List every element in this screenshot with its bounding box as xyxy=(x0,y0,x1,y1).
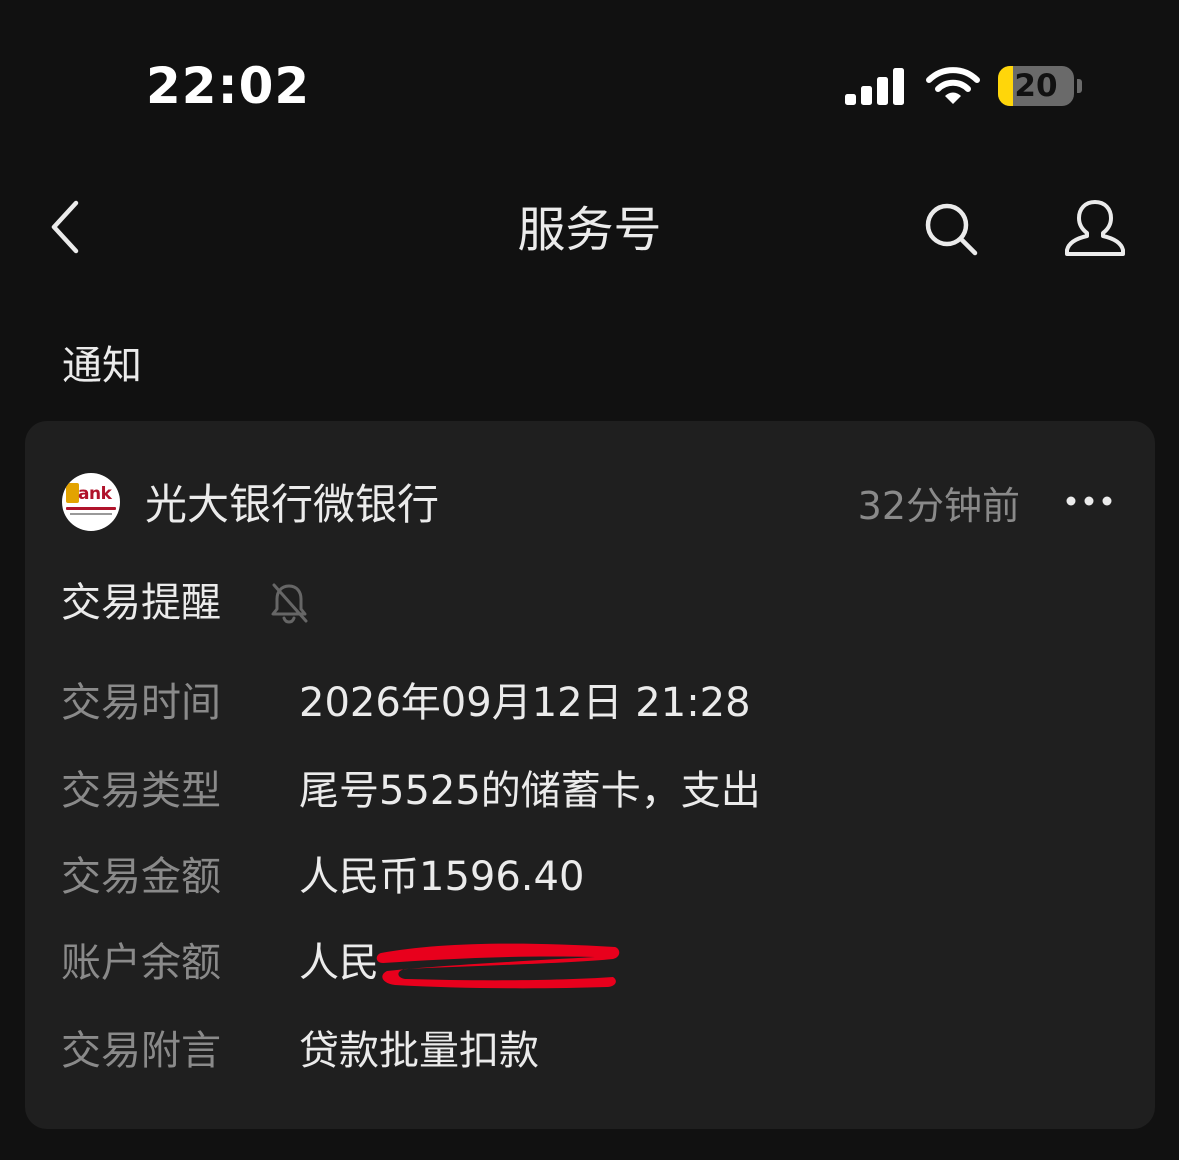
detail-row-memo: 交易附言 贷款批量扣款 xyxy=(61,1023,1121,1079)
bell-muted-icon[interactable] xyxy=(268,581,310,625)
sender-name[interactable]: 光大银行微银行 xyxy=(145,478,439,532)
status-time: 22:02 xyxy=(146,57,311,115)
page-title: 服务号 xyxy=(517,202,662,258)
svg-text:ank: ank xyxy=(78,484,113,504)
logo-subtext xyxy=(70,513,112,515)
detail-label: 交易附言 xyxy=(61,1028,221,1074)
avatar[interactable]: ank xyxy=(62,473,120,531)
more-icon[interactable] xyxy=(1065,493,1113,509)
message-timestamp: 32分钟前 xyxy=(857,484,1020,528)
detail-label: 账户余额 xyxy=(61,940,221,986)
wifi-icon xyxy=(926,67,980,104)
user-icon[interactable] xyxy=(1064,198,1126,258)
message-title: 交易提醒 xyxy=(61,580,221,626)
detail-value: 贷款批量扣款 xyxy=(299,1028,539,1074)
detail-value: 尾号5525的储蓄卡，支出 xyxy=(299,768,761,814)
battery-cap xyxy=(1077,79,1082,93)
detail-label: 交易时间 xyxy=(61,680,221,726)
section-label-notifications: 通知 xyxy=(62,343,142,389)
bank-logo-mark: ank xyxy=(78,484,113,504)
battery-level: 20 xyxy=(1014,68,1058,104)
detail-value: 2026年09月12日 21:28 xyxy=(299,680,751,726)
signal-icon xyxy=(845,68,904,105)
detail-label: 交易金额 xyxy=(61,854,221,900)
detail-label: 交易类型 xyxy=(61,768,221,814)
detail-row-time: 交易时间 2026年09月12日 21:28 xyxy=(61,675,1121,731)
detail-row-type: 交易类型 尾号5525的储蓄卡，支出 xyxy=(61,763,1121,819)
battery-indicator: 20 xyxy=(998,66,1074,106)
detail-row-amount: 交易金额 人民币1596.40 xyxy=(61,849,1121,905)
logo-underline xyxy=(66,507,116,510)
notification-card[interactable]: ank 光大银行微银行 32分钟前 交易提醒 交易时间 2026年09月12日 … xyxy=(25,421,1155,1129)
search-icon[interactable] xyxy=(922,200,980,258)
detail-value: 人民币1596.40 xyxy=(299,854,585,900)
detail-value: 人民 xyxy=(299,940,379,986)
redaction-scribble xyxy=(376,943,620,989)
